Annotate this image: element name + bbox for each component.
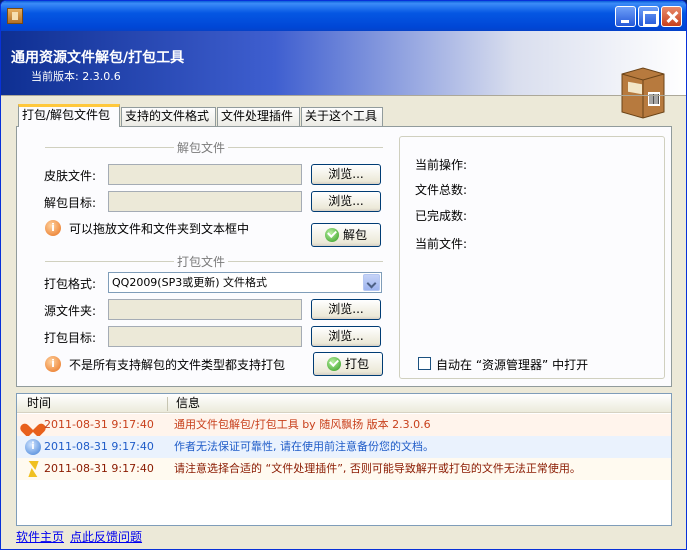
auto-open-checkbox[interactable] (418, 357, 431, 370)
browse-unpack-target-button[interactable]: 浏览... (311, 191, 381, 212)
column-message[interactable]: 信息 (170, 394, 470, 413)
auto-open-label[interactable]: 自动在 “资源管理器” 中打开 (436, 356, 588, 373)
chevron-down-icon[interactable] (363, 274, 380, 291)
column-divider[interactable] (167, 397, 168, 411)
total-files-label: 文件总数: (415, 183, 468, 197)
browse-pack-target-button[interactable]: 浏览... (311, 326, 381, 347)
checkmark-icon (324, 228, 339, 242)
version-text: 当前版本: 2.3.0.6 (31, 70, 121, 83)
header-banner: 通用资源文件解包/打包工具 当前版本: 2.3.0.6 (1, 31, 686, 119)
divider (1, 95, 686, 96)
pack-format-value: QQ2009(SP3或更新) 文件格式 (112, 276, 268, 289)
title-bar[interactable] (1, 1, 686, 31)
feedback-link[interactable]: 点此反馈问题 (70, 530, 142, 544)
log-row[interactable]: i 2011-08-31 9:17:40 作者无法保证可靠性, 请在使用前注意备… (17, 436, 671, 458)
tab-supported-formats[interactable]: 支持的文件格式 (121, 107, 216, 126)
source-folder-label: 源文件夹: (44, 304, 97, 318)
heart-icon (25, 417, 41, 433)
checkmark-icon (326, 357, 341, 371)
browse-source-folder-button[interactable]: 浏览... (311, 299, 381, 320)
skin-file-input[interactable] (108, 164, 302, 185)
pack-format-label: 打包格式: (44, 277, 97, 291)
minimize-button[interactable] (615, 6, 636, 27)
tab-about[interactable]: 关于这个工具 (301, 107, 383, 126)
home-page-link[interactable]: 软件主页 (16, 530, 64, 544)
hint-info-icon: i (45, 220, 61, 236)
column-time[interactable]: 时间 (21, 394, 171, 413)
app-title: 通用资源文件解包/打包工具 (11, 50, 185, 66)
close-button[interactable] (661, 6, 682, 27)
pack-format-select[interactable]: QQ2009(SP3或更新) 文件格式 (108, 272, 382, 293)
pack-target-label: 打包目标: (44, 331, 97, 345)
pack-button[interactable]: 打包 (313, 352, 383, 376)
info-icon: i (25, 439, 41, 455)
current-operation-label: 当前操作: (415, 158, 468, 172)
log-time: 2011-08-31 9:17:40 (44, 440, 154, 453)
pack-hint: 不是所有支持解包的文件类型都支持打包 (69, 358, 286, 372)
skin-file-label: 皮肤文件: (44, 169, 97, 183)
app-icon[interactable] (7, 8, 23, 24)
current-file-label: 当前文件: (415, 237, 468, 251)
unpack-button[interactable]: 解包 (311, 223, 381, 247)
status-panel: 当前操作: 文件总数: 已完成数: 当前文件: 自动在 “资源管理器” 中打开 (399, 136, 665, 379)
completed-count-label: 已完成数: (415, 209, 468, 223)
log-time: 2011-08-31 9:17:40 (44, 462, 154, 475)
footer-links: 软件主页 点此反馈问题 (16, 528, 148, 545)
tab-plugins[interactable]: 文件处理插件 (217, 107, 300, 126)
log-time: 2011-08-31 9:17:40 (44, 418, 154, 431)
app-window: 通用资源文件解包/打包工具 当前版本: 2.3.0.6 打包/解包文件包 支持的… (0, 0, 687, 550)
unpack-legend: 解包文件 (174, 139, 229, 156)
log-message: 作者无法保证可靠性, 请在使用前注意备份您的文档。 (174, 440, 434, 453)
log-message: 请注意选择合适的 “文件处理插件”, 否则可能导致解开或打包的文件无法正常使用。 (174, 462, 581, 475)
pack-button-label: 打包 (344, 357, 369, 371)
browse-skin-file-button[interactable]: 浏览... (311, 164, 381, 185)
log-header: 时间 信息 (17, 394, 671, 413)
unpack-hint: 可以拖放文件和文件夹到文本框中 (69, 222, 250, 236)
package-box-icon (621, 67, 665, 119)
log-row[interactable]: 2011-08-31 9:17:40 请注意选择合适的 “文件处理插件”, 否则… (17, 458, 671, 480)
unpack-target-label: 解包目标: (44, 196, 97, 210)
unpack-target-input[interactable] (108, 191, 302, 212)
maximize-button[interactable] (638, 6, 659, 27)
log-list[interactable]: 时间 信息 2011-08-31 9:17:40 通用文件包解包/打包工具 by… (16, 393, 672, 526)
log-row[interactable]: 2011-08-31 9:17:40 通用文件包解包/打包工具 by 随风飘扬 … (17, 414, 671, 436)
pack-target-input[interactable] (108, 326, 302, 347)
pack-legend: 打包文件 (174, 253, 229, 270)
unpack-button-label: 解包 (342, 228, 367, 242)
pack-hint-info-icon: i (45, 356, 61, 372)
log-message: 通用文件包解包/打包工具 by 随风飘扬 版本 2.3.0.6 (174, 418, 431, 431)
lightning-icon (25, 461, 41, 477)
tab-panel: 解包文件 皮肤文件: 浏览... 解包目标: 浏览... i 可以拖放文件和文件… (16, 126, 672, 387)
tab-pack-unpack[interactable]: 打包/解包文件包 (18, 104, 120, 127)
source-folder-input[interactable] (108, 299, 302, 320)
